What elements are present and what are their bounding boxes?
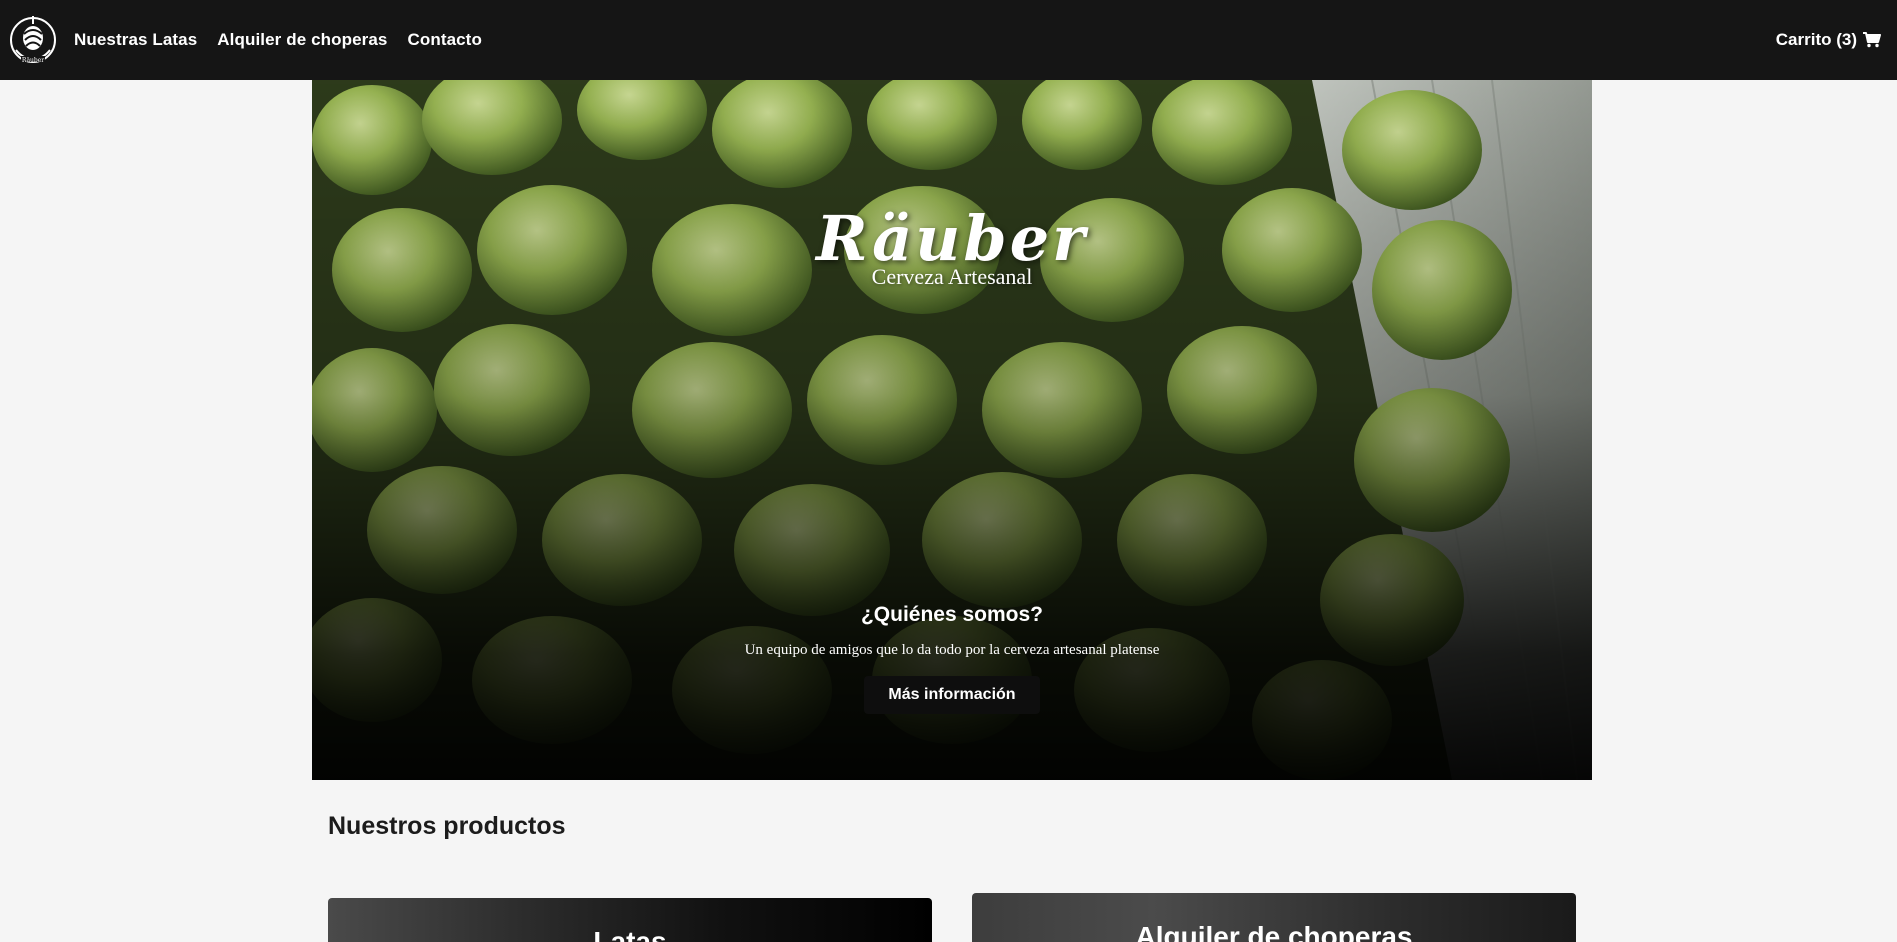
cart-label: Carrito (3) xyxy=(1775,30,1857,49)
nav-link-latas[interactable]: Nuestras Latas xyxy=(74,30,197,50)
card-title-choperas: Alquiler de choperas xyxy=(1135,921,1413,942)
products-title: Nuestros productos xyxy=(328,812,566,840)
cart-icon xyxy=(1863,32,1881,48)
nav-link-choperas[interactable]: Alquiler de choperas xyxy=(217,30,387,50)
brand-name: Räuber xyxy=(816,202,1088,275)
hero-carousel: Räuber Cerveza Artesanal ¿Quiénes somos?… xyxy=(312,80,1592,780)
nav-link-contacto[interactable]: Contacto xyxy=(407,30,481,50)
caption-title: ¿Quiénes somos? xyxy=(860,603,1044,626)
brand-subtitle: Cerveza Artesanal xyxy=(871,264,1033,289)
logo-icon[interactable]: Räuber xyxy=(8,12,58,68)
navbar: Räuber Nuestras Latas Alquiler de choper… xyxy=(0,0,1897,80)
svg-text:Räuber: Räuber xyxy=(22,57,44,64)
caption-text: Un equipo de amigos que lo da todo por l… xyxy=(744,642,1160,658)
nav-links: Nuestras Latas Alquiler de choperas Cont… xyxy=(74,30,482,50)
product-card-choperas[interactable]: Alquiler de choperas xyxy=(972,893,1576,942)
brand-logo: Räuber Cerveza Artesanal xyxy=(312,208,1592,288)
cart-button[interactable]: Carrito (3) xyxy=(1776,30,1881,50)
more-info-button[interactable]: Más información xyxy=(864,676,1040,714)
hero-caption: ¿Quiénes somos? Un equipo de amigos que … xyxy=(312,602,1592,714)
card-title-latas: Latas xyxy=(593,926,667,942)
product-card-latas[interactable]: Latas xyxy=(328,898,932,942)
